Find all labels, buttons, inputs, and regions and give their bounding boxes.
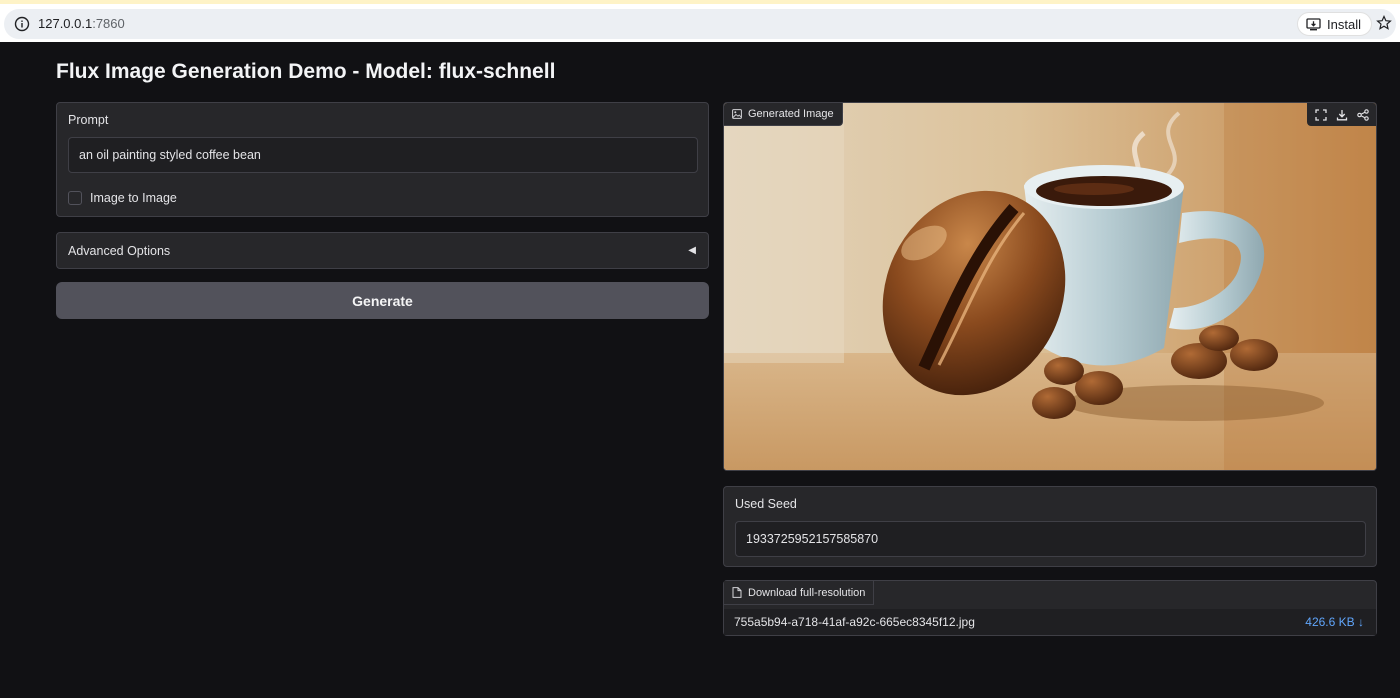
url-text[interactable]: 127.0.0.1:7860 [38, 15, 125, 33]
used-seed-label: Used Seed [735, 497, 797, 511]
collapse-arrow-icon: ◀ [688, 245, 696, 256]
img2img-label: Image to Image [90, 191, 177, 205]
advanced-options-accordion[interactable]: Advanced Options ◀ [56, 232, 709, 269]
install-label: Install [1327, 16, 1361, 32]
download-filename[interactable]: 755a5b94-a718-41af-a92c-665ec8345f12.jpg [734, 615, 975, 629]
address-bar[interactable]: 127.0.0.1:7860 Install [4, 9, 1396, 39]
image-label-text: Generated Image [748, 108, 834, 120]
download-label-tag: Download full-resolution [724, 581, 875, 605]
image-icon [732, 109, 742, 119]
download-size-link[interactable]: 426.6 KB ↓ [1305, 615, 1364, 629]
site-info-icon[interactable] [14, 16, 30, 32]
file-icon [732, 587, 742, 598]
advanced-options-label: Advanced Options [68, 243, 171, 258]
generate-button[interactable]: Generate [56, 282, 709, 319]
prompt-input[interactable]: an oil painting styled coffee bean [68, 137, 698, 173]
install-app-icon [1306, 17, 1321, 30]
browser-chrome: 127.0.0.1:7860 Install [0, 4, 1400, 42]
page-title: Flux Image Generation Demo - Model: flux… [56, 60, 556, 83]
download-icon[interactable] [1332, 105, 1351, 124]
used-seed-field[interactable]: 1933725952157585870 [735, 521, 1366, 557]
gradio-app: Flux Image Generation Demo - Model: flux… [0, 42, 1400, 698]
download-panel: Download full-resolution 755a5b94-a718-4… [723, 580, 1377, 636]
download-file-row[interactable]: 755a5b94-a718-41af-a92c-665ec8345f12.jpg… [724, 609, 1376, 635]
install-button[interactable]: Install [1297, 12, 1372, 36]
share-icon[interactable] [1353, 105, 1372, 124]
generated-image[interactable] [724, 103, 1377, 471]
generated-image-panel: Generated Image [723, 102, 1377, 471]
image-label-tag: Generated Image [724, 103, 843, 126]
used-seed-panel: Used Seed 1933725952157585870 [723, 486, 1377, 567]
fullscreen-icon[interactable] [1311, 105, 1330, 124]
bookmark-star-icon[interactable] [1376, 15, 1392, 31]
url-host: 127.0.0.1 [38, 16, 93, 31]
download-label-text: Download full-resolution [748, 586, 866, 599]
prompt-label: Prompt [68, 113, 109, 127]
img2img-checkbox[interactable] [68, 191, 82, 205]
img2img-option[interactable]: Image to Image [68, 191, 177, 205]
url-port: :7860 [92, 16, 125, 31]
image-toolbar [1307, 103, 1376, 126]
prompt-panel: Prompt an oil painting styled coffee bea… [56, 102, 709, 217]
